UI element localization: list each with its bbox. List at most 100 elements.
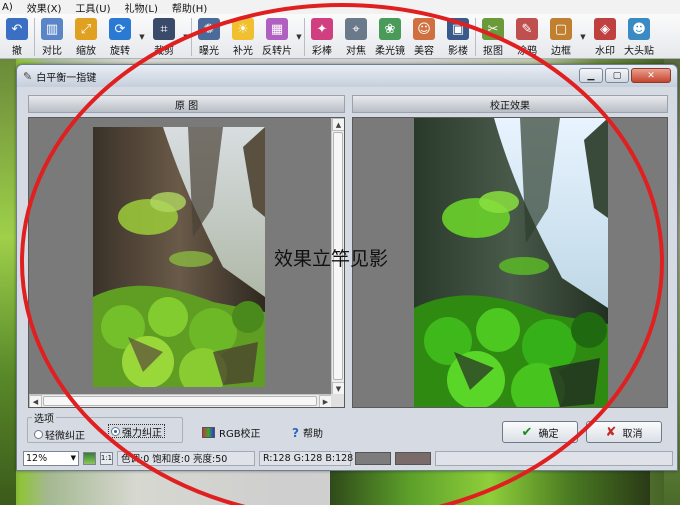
radio-dot-selected — [111, 426, 120, 436]
status-bar: 12% ▼ 1:1 色调:0 饱和度:0 亮度:50 R:128 G:128 B… — [23, 450, 673, 466]
options-group: 选项 轻微纠正 强力纠正 — [27, 410, 183, 443]
background-photo-bottom — [330, 470, 650, 505]
help-label: 帮助 — [302, 429, 323, 440]
cancel-label: 取消 — [622, 428, 643, 440]
toolbar-button-color-wand[interactable]: ✦ 彩棒 — [305, 14, 339, 59]
dropdown-arrow-icon[interactable]: ▼ — [294, 14, 304, 59]
soft-light-icon: ❀ — [379, 18, 401, 40]
sticker-icon: ☻ — [628, 18, 650, 40]
toolbar-button-label: 旋转 — [110, 46, 130, 57]
original-horizontal-scrollbar[interactable]: ◀ ▶ — [29, 394, 332, 407]
toolbar-button-fill-light[interactable]: ☀ 补光 — [226, 14, 260, 59]
toolbar-button-label: 对比 — [42, 46, 62, 57]
toolbar-button-exposure[interactable]: ✺ 曝光 — [192, 14, 226, 59]
toolbar-button-soft-light[interactable]: ❀ 柔光镜 — [373, 14, 407, 59]
zoom-select[interactable]: 12% ▼ — [23, 450, 79, 466]
strong-correction-label: 强力纠正 — [122, 427, 162, 439]
exposure-icon: ✺ — [198, 18, 220, 40]
menu-item[interactable]: 礼物(L) — [125, 0, 158, 15]
menu-item[interactable]: 工具(U) — [75, 0, 110, 15]
question-icon: ? — [292, 425, 299, 440]
toolbar-button-label: 涂鸦 — [517, 46, 537, 57]
color-wand-icon: ✦ — [311, 18, 333, 40]
help-button[interactable]: ? 帮助 — [292, 425, 323, 441]
menu-item[interactable]: A) — [2, 2, 13, 13]
scroll-corner — [331, 394, 344, 407]
rgb-correction-label: RGB校正 — [219, 429, 261, 440]
color-swatch-before — [355, 451, 391, 465]
dialog-title: 白平衡一指键 — [36, 72, 97, 84]
chevron-down-icon: ▼ — [70, 454, 76, 462]
close-button[interactable]: ✕ — [631, 68, 671, 83]
toolbar-button-sticker[interactable]: ☻ 大头贴 — [622, 14, 656, 59]
compare-icon: ▥ — [41, 18, 63, 40]
toolbar-button-label: 影楼 — [448, 46, 468, 57]
toolbar-button-undo[interactable]: ↶ 撤 — [0, 14, 34, 59]
rgb-icon — [202, 427, 215, 438]
menu-item[interactable]: 效果(X) — [27, 0, 62, 15]
background-photo-left-edge — [0, 59, 16, 505]
toolbar-button-label: 撤 — [12, 46, 22, 57]
toolbar-button-label: 彩棒 — [312, 46, 332, 57]
checkmark-icon: ✔ — [521, 424, 533, 440]
dropdown-arrow-icon[interactable]: ▼ — [578, 14, 588, 59]
fill-light-icon: ☀ — [232, 18, 254, 40]
fit-to-window-icon[interactable] — [83, 451, 96, 465]
toolbar-button-label: 对焦 — [346, 46, 366, 57]
toolbar-button-label: 补光 — [233, 46, 253, 57]
radio-dot — [34, 430, 43, 439]
toolbar-button-studio[interactable]: ▣ 影楼 — [441, 14, 475, 59]
rgb-correction-button[interactable]: RGB校正 — [202, 425, 261, 440]
toolbar-button-label: 水印 — [595, 46, 615, 57]
ok-button[interactable]: ✔ 确定 — [502, 421, 578, 443]
toolbar-button-border[interactable]: ▢ 边框 — [544, 14, 578, 59]
status-spacer — [435, 450, 673, 466]
dialog-titlebar[interactable]: ✎ 白平衡一指键 ▁ ▢ ✕ — [17, 65, 677, 87]
focus-icon: ⌖ — [345, 18, 367, 40]
toolbar-button-compare[interactable]: ▥ 对比 — [35, 14, 69, 59]
toolbar-button-focus[interactable]: ⌖ 对焦 — [339, 14, 373, 59]
resize-icon: ⤢ — [75, 18, 97, 40]
minimize-button[interactable]: ▁ — [579, 68, 603, 83]
studio-icon: ▣ — [447, 18, 469, 40]
result-image-view[interactable] — [352, 117, 668, 408]
cancel-button[interactable]: ✘ 取消 — [586, 421, 662, 443]
toolbar-button-watermark[interactable]: ◈ 水印 — [588, 14, 622, 59]
watermark-icon: ◈ — [594, 18, 616, 40]
dropdown-arrow-icon[interactable]: ▼ — [181, 14, 191, 59]
beauty-icon: ☺ — [413, 18, 435, 40]
cross-icon: ✘ — [605, 424, 617, 440]
toolbar-button-doodle[interactable]: ✎ 涂鸦 — [510, 14, 544, 59]
color-swatch-after — [395, 451, 431, 465]
toolbar-button-rotate[interactable]: ⟳ 旋转 — [103, 14, 137, 59]
strong-correction-radio[interactable]: 强力纠正 — [108, 424, 165, 439]
toolbar-button-label: 大头贴 — [624, 46, 654, 57]
adjustment-params: 色调:0 饱和度:0 亮度:50 — [117, 450, 255, 466]
actual-size-button[interactable]: 1:1 — [100, 451, 113, 465]
scroll-up-arrow-icon[interactable]: ▲ — [332, 118, 344, 131]
cutout-icon: ✂ — [482, 18, 504, 40]
toolbar-button-crop[interactable]: ⌗ 裁剪 — [147, 14, 181, 59]
menu-item[interactable]: 帮助(H) — [172, 0, 207, 15]
toolbar-button-beauty[interactable]: ☺ 美容 — [407, 14, 441, 59]
toolbar-button-label: 缩放 — [76, 46, 96, 57]
crop-icon: ⌗ — [153, 18, 175, 40]
scroll-left-arrow-icon[interactable]: ◀ — [29, 395, 42, 407]
undo-icon: ↶ — [6, 18, 28, 40]
original-photo — [93, 127, 265, 387]
original-panel-header: 原 图 — [28, 95, 345, 113]
zoom-value: 12% — [26, 452, 48, 464]
light-correction-label: 轻微纠正 — [45, 431, 85, 442]
border-icon: ▢ — [550, 18, 572, 40]
horizontal-scroll-thumb[interactable] — [43, 396, 317, 406]
toolbar-button-resize[interactable]: ⤢ 缩放 — [69, 14, 103, 59]
toolbar-button-film[interactable]: ▦ 反转片 — [260, 14, 294, 59]
maximize-button[interactable]: ▢ — [605, 68, 629, 83]
result-panel-header: 校正效果 — [352, 95, 668, 113]
toolbar-button-label: 边框 — [551, 46, 571, 57]
toolbar-button-cutout[interactable]: ✂ 抠图 — [476, 14, 510, 59]
menu-bar: A) 效果(X) 工具(U) 礼物(L) 帮助(H) — [0, 0, 680, 15]
options-legend: 选项 — [32, 410, 56, 425]
dropdown-arrow-icon[interactable]: ▼ — [137, 14, 147, 59]
light-correction-radio[interactable]: 轻微纠正 — [34, 427, 85, 442]
